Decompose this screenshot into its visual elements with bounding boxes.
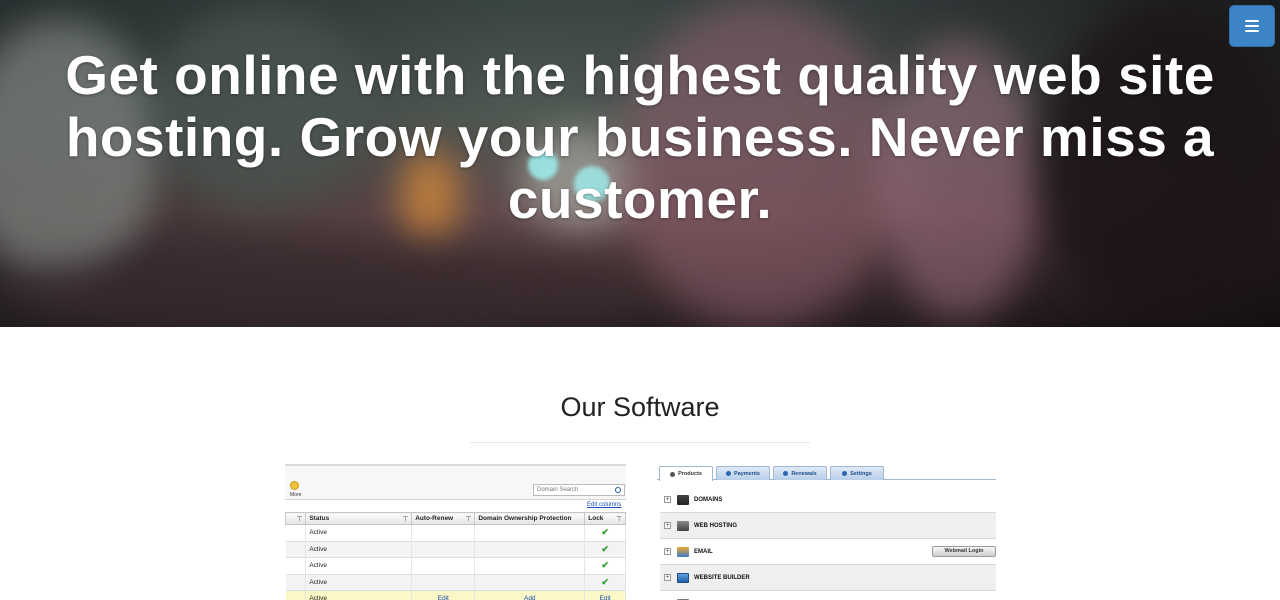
- column-header: Auto-Renew ⊤: [411, 512, 476, 525]
- product-tabs: Products Payments Renewals Settings: [657, 464, 996, 481]
- tab-renewals: Renewals: [773, 466, 827, 480]
- domain-manager-screenshot: More Domain Search Edit columns ⊤ Status…: [285, 464, 626, 600]
- more-label: More: [290, 492, 302, 498]
- table-cell: [285, 590, 307, 600]
- search-icon: [615, 487, 621, 493]
- product-row-email: + EMAIL Webmail Login: [660, 539, 996, 565]
- menu-button[interactable]: [1229, 5, 1275, 47]
- table-cell: [285, 574, 307, 591]
- auto-renew-cell: [411, 541, 476, 558]
- protection-cell: [474, 541, 586, 558]
- filter-icon: ⊤: [296, 515, 303, 523]
- status-cell: Active: [305, 590, 413, 600]
- auto-renew-cell: [411, 557, 476, 575]
- table-row: Active ✔: [285, 557, 626, 575]
- dollar-icon: [726, 471, 731, 476]
- check-icon: ✔: [584, 557, 626, 575]
- product-row-website-builder: + WEBSITE BUILDER: [660, 565, 996, 591]
- hamburger-icon: [1245, 25, 1259, 27]
- expand-icon: +: [664, 548, 671, 555]
- tab-settings: Settings: [830, 466, 884, 480]
- auto-renew-edit-link: Edit: [411, 590, 476, 600]
- server-icon: [677, 520, 689, 531]
- protection-cell: [474, 557, 586, 575]
- hamburger-icon: [1245, 20, 1259, 22]
- section-divider: [470, 442, 810, 443]
- table-cell: [285, 541, 307, 558]
- protection-cell: [474, 574, 586, 591]
- expand-icon: +: [664, 522, 671, 529]
- hero-title: Get online with the highest quality web …: [65, 44, 1215, 230]
- hamburger-icon: [1245, 30, 1259, 32]
- hero-banner: Get online with the highest quality web …: [0, 0, 1280, 327]
- table-cell: [285, 557, 307, 575]
- product-panel-screenshot: Products Payments Renewals Settings + DO…: [657, 464, 996, 600]
- filter-icon: ⊤: [465, 515, 472, 523]
- status-cell: Active: [305, 541, 413, 558]
- domain-search-input: Domain Search: [533, 484, 625, 496]
- lock-edit-link: Edit: [584, 590, 626, 600]
- product-row-domains: + DOMAINS: [660, 487, 996, 513]
- gear-icon: [670, 471, 676, 477]
- webmail-login-button: Webmail Login: [932, 546, 996, 557]
- table-header-row: ⊤ Status ⊤ Auto-Renew ⊤ Domain Ownership P…: [285, 512, 626, 525]
- domain-table: ⊤ Status ⊤ Auto-Renew ⊤ Domain Ownership P…: [285, 512, 626, 600]
- column-header: Domain Ownership Protection: [474, 512, 586, 525]
- table-row: Active ✔: [285, 541, 626, 558]
- domain-toolbar: More Domain Search: [285, 466, 626, 500]
- table-row: Active Edit Add Edit: [285, 590, 626, 600]
- expand-icon: +: [664, 574, 671, 581]
- product-row: +: [660, 591, 996, 600]
- protection-add-link: Add: [474, 590, 586, 600]
- settings-icon: [842, 471, 848, 476]
- more-icon: [290, 481, 299, 490]
- edit-columns-link: Edit columns: [587, 502, 622, 508]
- expand-icon: +: [664, 496, 671, 503]
- status-cell: Active: [305, 557, 413, 575]
- check-icon: ✔: [584, 541, 626, 558]
- email-icon: [677, 546, 689, 557]
- protection-cell: [474, 524, 586, 542]
- filter-icon: ⊤: [402, 515, 409, 523]
- clock-icon: [783, 471, 789, 476]
- check-icon: ✔: [584, 524, 626, 542]
- table-cell: [285, 524, 307, 542]
- section-title: Our Software: [560, 392, 720, 422]
- filter-column-header: ⊤: [285, 512, 307, 525]
- status-cell: Active: [305, 524, 413, 542]
- tab-payments: Payments: [716, 466, 770, 480]
- table-row: Active ✔: [285, 524, 626, 542]
- domains-icon: [677, 494, 689, 505]
- table-row: Active ✔: [285, 574, 626, 591]
- website-builder-icon: [677, 572, 689, 583]
- product-row-web-hosting: + WEB HOSTING: [660, 513, 996, 539]
- column-header: Lock ⊤: [584, 512, 626, 525]
- tab-products: Products: [659, 466, 713, 481]
- column-header: Status ⊤: [305, 512, 413, 525]
- check-icon: ✔: [584, 574, 626, 591]
- filter-icon: ⊤: [616, 515, 622, 523]
- status-cell: Active: [305, 574, 413, 591]
- auto-renew-cell: [411, 574, 476, 591]
- auto-renew-cell: [411, 524, 476, 542]
- domain-search-placeholder: Domain Search: [537, 487, 579, 493]
